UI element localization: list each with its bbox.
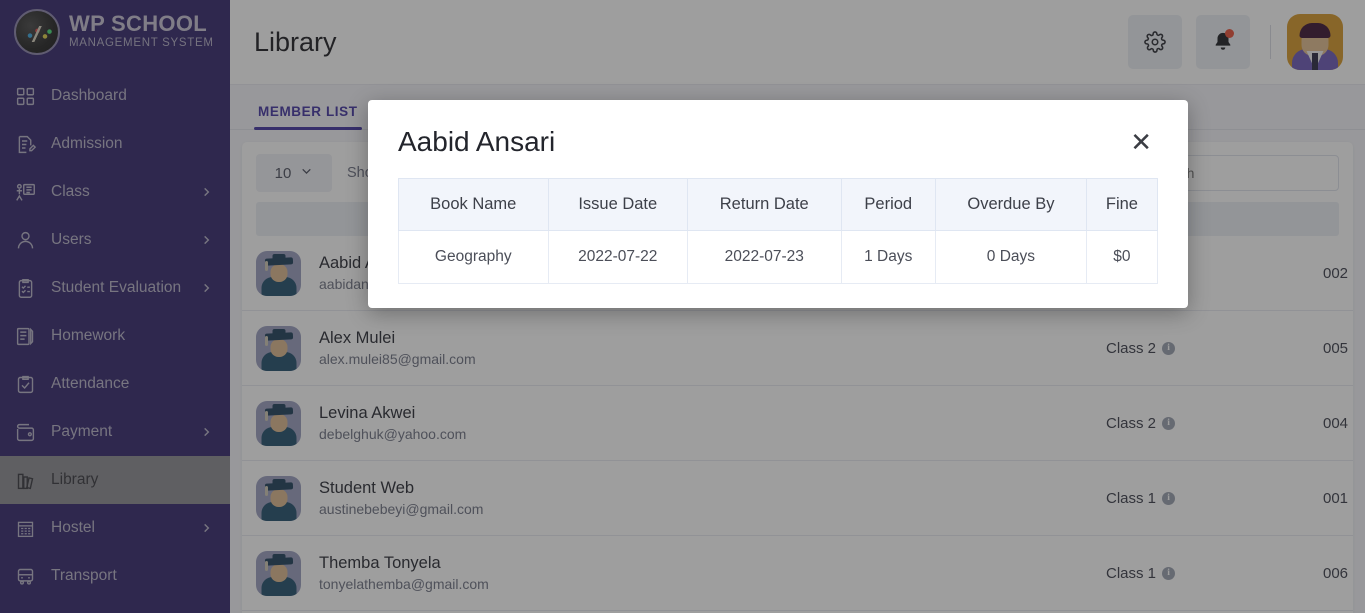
table-row: Geography 2022-07-22 2022-07-23 1 Days 0…: [398, 230, 1159, 284]
column-header-overdue-by: Overdue By: [935, 178, 1087, 231]
book-history-table: Book Name Issue Date Return Date Period …: [398, 178, 1159, 284]
table-header-row: Book Name Issue Date Return Date Period …: [398, 178, 1159, 231]
cell-return-date: 2022-07-23: [687, 230, 842, 284]
cell-book-name: Geography: [398, 230, 549, 284]
column-header-fine: Fine: [1085, 178, 1159, 231]
cell-period: 1 Days: [840, 230, 937, 284]
column-header-book-name: Book Name: [398, 178, 549, 231]
app-root: WP SCHOOL MANAGEMENT SYSTEM Dashboard Ad…: [0, 0, 1365, 613]
book-history-modal: Aabid Ansari ✕ Book Name Issue Date Retu…: [368, 100, 1188, 308]
cell-overdue-by: 0 Days: [935, 230, 1087, 284]
cell-fine: $0: [1085, 230, 1159, 284]
cell-issue-date: 2022-07-22: [547, 230, 689, 284]
modal-header: Aabid Ansari ✕: [368, 100, 1188, 172]
column-header-return-date: Return Date: [687, 178, 842, 231]
modal-title: Aabid Ansari: [398, 126, 556, 157]
close-icon[interactable]: ✕: [1124, 127, 1158, 157]
column-header-issue-date: Issue Date: [547, 178, 689, 231]
column-header-period: Period: [840, 178, 937, 231]
